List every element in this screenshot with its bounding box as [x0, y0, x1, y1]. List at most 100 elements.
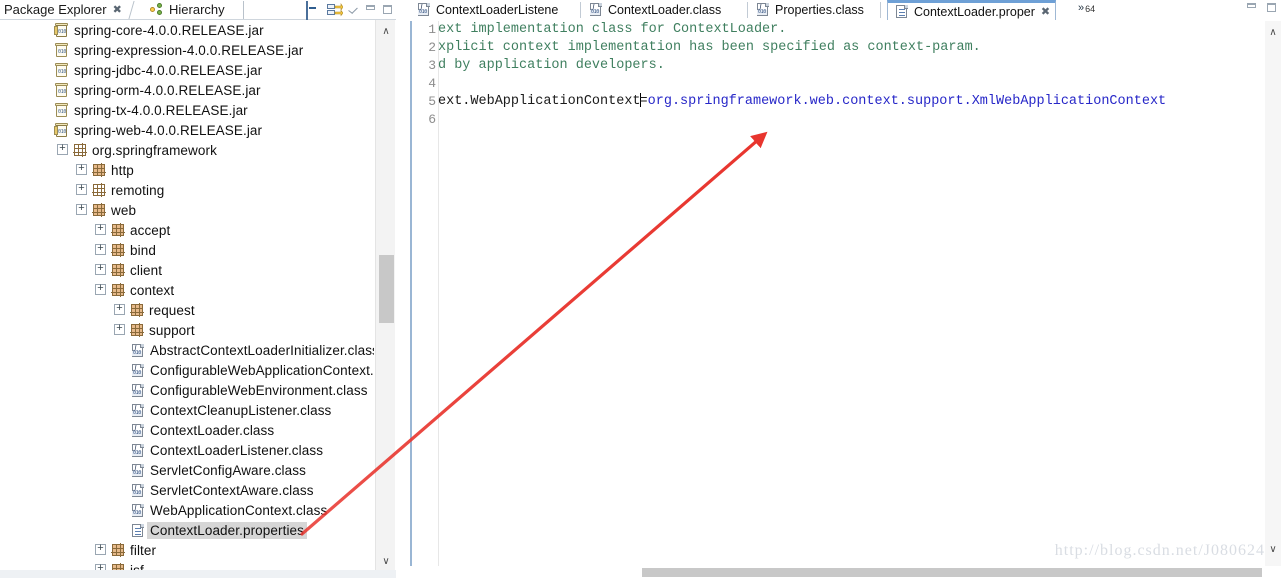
- editor-tab-contextloaderlistener[interactable]: J 010 ContextLoaderListene: [410, 0, 564, 19]
- view-menu-chevron-icon[interactable]: [348, 4, 360, 16]
- tree-item[interactable]: 010 spring-tx-4.0.0.RELEASE.jar: [0, 100, 374, 120]
- code-line[interactable]: [438, 111, 1281, 129]
- package-explorer-tree[interactable]: 010 spring-core-4.0.0.RELEASE.jar 010 sprin…: [0, 20, 374, 578]
- code-line[interactable]: d by application developers.: [438, 57, 1281, 75]
- expand-icon[interactable]: [76, 201, 89, 217]
- line-number: 6: [428, 112, 436, 127]
- code-content[interactable]: ext implementation class for ContextLoad…: [438, 21, 1281, 566]
- package-icon: [130, 323, 144, 337]
- tree-item[interactable]: web: [0, 200, 374, 220]
- class-file-icon: J 010: [130, 483, 145, 498]
- editor-tab-contextloader-properties[interactable]: ContextLoader.proper ✖: [887, 0, 1057, 20]
- scroll-up-icon[interactable]: ∧: [376, 22, 396, 40]
- tree-item[interactable]: J 010 WebApplicationContext.class: [0, 500, 374, 520]
- tree-item-label: remoting: [111, 182, 165, 198]
- editor-tab-properties-class[interactable]: J 010 Properties.class: [749, 0, 870, 19]
- view-splitter[interactable]: [396, 0, 410, 578]
- scroll-down-icon[interactable]: ∨: [376, 552, 396, 570]
- expand-icon[interactable]: [95, 281, 108, 297]
- tree-item[interactable]: 010 spring-orm-4.0.0.RELEASE.jar: [0, 80, 374, 100]
- expand-icon[interactable]: [57, 141, 70, 157]
- tab-overflow-count: 64: [1085, 4, 1096, 14]
- tree-item[interactable]: 010 spring-jdbc-4.0.0.RELEASE.jar: [0, 60, 374, 80]
- tab-package-explorer[interactable]: Package Explorer ✖: [4, 0, 122, 18]
- expand-icon[interactable]: [95, 221, 108, 237]
- maximize-icon[interactable]: [1266, 2, 1278, 14]
- editor-tab-label: ContextLoader.class: [608, 2, 722, 17]
- collapse-all-icon[interactable]: [306, 0, 322, 20]
- tree-item[interactable]: 010 spring-web-4.0.0.RELEASE.jar: [0, 120, 374, 140]
- tree-item[interactable]: ContextLoader.properties: [0, 520, 374, 540]
- tree-item[interactable]: client: [0, 260, 374, 280]
- link-with-editor-icon[interactable]: [327, 2, 344, 17]
- class-file-icon: J 010: [130, 443, 145, 458]
- code-line[interactable]: ext.WebApplicationContext=org.springfram…: [438, 93, 1281, 111]
- tree-item[interactable]: J 010 ConfigurableWebApplicationContext.cl…: [0, 360, 374, 380]
- editor-vertical-scrollbar[interactable]: ∧ ∨: [1265, 21, 1281, 566]
- tree-item-label: ServletConfigAware.class: [150, 462, 306, 478]
- close-icon[interactable]: ✖: [113, 3, 122, 16]
- line-number: 3: [428, 58, 436, 73]
- eclipse-ide-window: Package Explorer ✖ Hierarchy 010 spring-…: [0, 0, 1281, 578]
- tree-item-label: bind: [130, 242, 156, 258]
- expand-icon[interactable]: [114, 301, 127, 317]
- watermark-text: http://blog.csdn.net/J080624: [1054, 542, 1265, 559]
- tree-item[interactable]: J 010 AbstractContextLoaderInitializer.cla…: [0, 340, 374, 360]
- maximize-icon[interactable]: [382, 4, 394, 16]
- tree-item[interactable]: J 010 ServletContextAware.class: [0, 480, 374, 500]
- close-icon[interactable]: ✖: [1041, 5, 1050, 18]
- tree-item[interactable]: accept: [0, 220, 374, 240]
- code-line[interactable]: ext implementation class for ContextLoad…: [438, 21, 1281, 39]
- package-icon: [111, 243, 125, 257]
- scroll-up-icon[interactable]: ∧: [1265, 23, 1281, 41]
- expand-icon[interactable]: [114, 321, 127, 337]
- expand-icon[interactable]: [95, 541, 108, 557]
- code-line[interactable]: xplicit context implementation has been …: [438, 39, 1281, 57]
- tree-item[interactable]: http: [0, 160, 374, 180]
- tree-item-label: accept: [130, 222, 171, 238]
- minimize-icon[interactable]: [365, 4, 377, 16]
- tree-item[interactable]: J 010 ContextLoader.class: [0, 420, 374, 440]
- jar-with-source-icon: 010: [54, 22, 69, 38]
- chevron-double-right-icon: »: [1078, 2, 1085, 14]
- tree-item[interactable]: J 010 ContextCleanupListener.class: [0, 400, 374, 420]
- scroll-down-icon[interactable]: ∨: [1265, 540, 1281, 558]
- tree-item[interactable]: support: [0, 320, 374, 340]
- tree-item[interactable]: request: [0, 300, 374, 320]
- tree-item[interactable]: remoting: [0, 180, 374, 200]
- code-line[interactable]: [438, 75, 1281, 93]
- tree-item[interactable]: bind: [0, 240, 374, 260]
- property-value: org.springframework.web.context.support.…: [647, 94, 1167, 109]
- tree-vertical-scrollbar[interactable]: ∧ ∨: [375, 20, 395, 578]
- text-editor[interactable]: 1 2 3 4 5 6 ext implementation class for Cont…: [410, 21, 1281, 566]
- properties-file-icon: [894, 4, 909, 19]
- tree-item[interactable]: 010 spring-core-4.0.0.RELEASE.jar: [0, 20, 374, 40]
- tab-hierarchy[interactable]: Hierarchy: [150, 0, 225, 18]
- minimize-icon[interactable]: [1246, 2, 1258, 14]
- tree-item[interactable]: 010 spring-expression-4.0.0.RELEASE.jar: [0, 40, 374, 60]
- tree-item[interactable]: J 010 ConfigurableWebEnvironment.class: [0, 380, 374, 400]
- tree-item-label: client: [130, 262, 163, 278]
- jar-icon: 010: [54, 82, 69, 98]
- scrollbar-thumb[interactable]: [379, 255, 394, 323]
- tab-overflow-indicator[interactable]: » 64: [1078, 2, 1095, 14]
- expand-icon[interactable]: [76, 161, 89, 177]
- scrollbar-thumb[interactable]: [642, 568, 1262, 577]
- tree-item[interactable]: context: [0, 280, 374, 300]
- tree-item[interactable]: J 010 ContextLoaderListener.class: [0, 440, 374, 460]
- expand-icon[interactable]: [95, 241, 108, 257]
- tree-item[interactable]: J 010 ServletConfigAware.class: [0, 460, 374, 480]
- expand-icon[interactable]: [95, 261, 108, 277]
- tree-item-label: ServletContextAware.class: [150, 482, 314, 498]
- editor-tab-contextloader-class[interactable]: J 010 ContextLoader.class: [582, 0, 727, 19]
- editor-horizontal-scrollbar[interactable]: [410, 566, 1281, 578]
- tree-item[interactable]: org.springframework: [0, 140, 374, 160]
- tree-item-label: request: [149, 302, 195, 318]
- expand-icon[interactable]: [76, 181, 89, 197]
- tree-item-label: ContextLoader.properties: [147, 521, 307, 539]
- tab-separator: [128, 1, 151, 19]
- tree-item[interactable]: filter: [0, 540, 374, 560]
